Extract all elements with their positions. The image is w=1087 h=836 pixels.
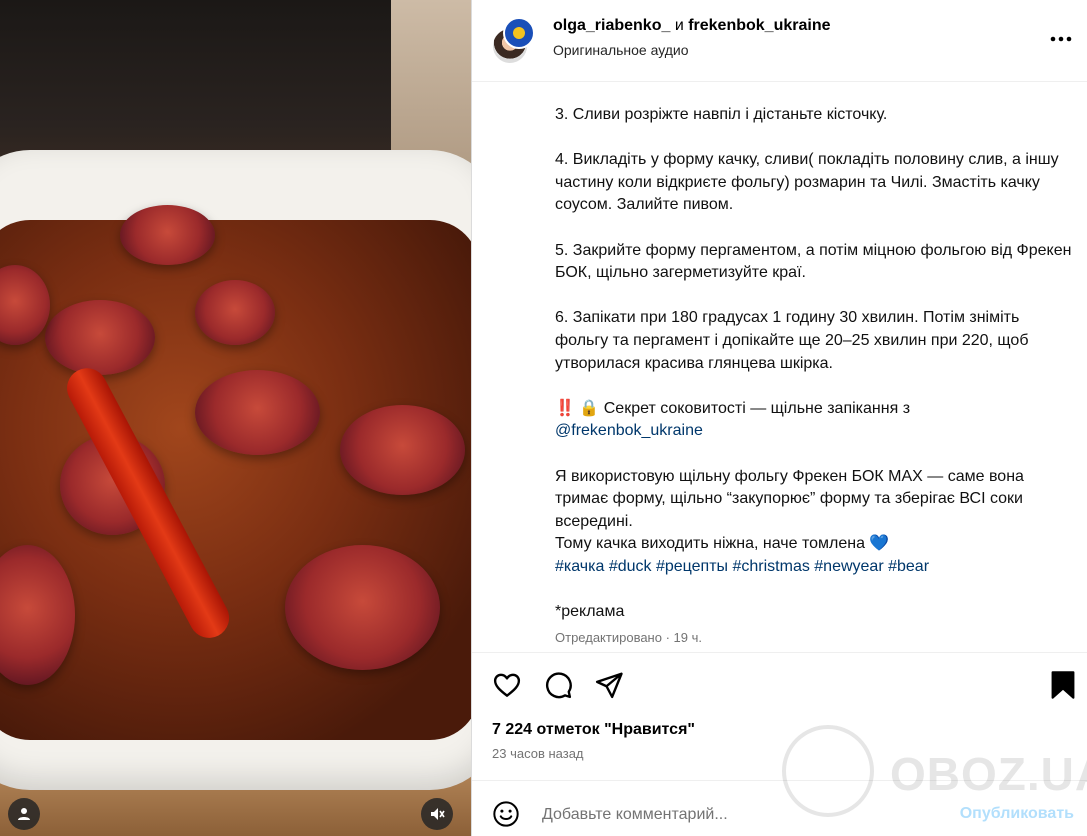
recipe-step: 3. Сливи розріжте навпіл і дістаньте кіс… <box>555 106 888 123</box>
post-details: olga_riabenko_ и frekenbok_ukraine Ориги… <box>471 0 1087 836</box>
secret-text: ‼️ 🔒 Секрет соковитості — щільне запікан… <box>555 399 911 417</box>
mute-button[interactable] <box>421 798 453 830</box>
more-options-button[interactable] <box>1050 30 1072 42</box>
foil-paragraph: Я використовую щільну фольгу Фрекен БОК … <box>555 466 1075 579</box>
avatar-group[interactable] <box>491 17 535 65</box>
bookmark-icon <box>1051 671 1075 699</box>
conjunction-text: и <box>670 17 689 34</box>
muted-speaker-icon <box>431 808 445 820</box>
post-header: olga_riabenko_ и frekenbok_ukraine Ориги… <box>472 0 1087 82</box>
watermark-globe-icon <box>782 725 874 817</box>
watermark-text: OBOZ.UA <box>890 748 1087 800</box>
audio-label[interactable]: Оригинальное аудио <box>553 42 689 58</box>
author-username[interactable]: olga_riabenko_ <box>553 17 670 34</box>
plum-half <box>340 405 465 495</box>
emoji-icon <box>493 801 519 827</box>
post-authors: olga_riabenko_ и frekenbok_ukraine <box>553 17 830 35</box>
recipe-step: 5. Закрийте форму пергаментом, а потім м… <box>555 241 1072 282</box>
share-button[interactable] <box>594 670 624 700</box>
recipe-step: 6. Запікати при 180 градусах 1 годину 30… <box>555 309 1029 372</box>
post-dialog: olga_riabenko_ и frekenbok_ukraine Ориги… <box>0 0 1087 836</box>
post-caption: 3. Сливи розріжте навпіл і дістаньте кіс… <box>555 104 1075 646</box>
tagged-users-button[interactable] <box>8 798 40 830</box>
likes-count[interactable]: 7 224 отметок "Нравится" <box>492 721 695 739</box>
emoji-button[interactable] <box>492 800 520 828</box>
brand-avatar[interactable] <box>503 17 535 49</box>
watermark: OBOZ.UA <box>782 725 1087 825</box>
secret-paragraph: ‼️ 🔒 Секрет соковитості — щільне запікан… <box>555 398 1075 443</box>
coauthor-username[interactable]: frekenbok_ukraine <box>688 17 830 34</box>
hashtags[interactable]: #качка #duck #рецепты #christmas #newyea… <box>555 558 929 575</box>
save-button[interactable] <box>1050 670 1080 700</box>
post-time[interactable]: 23 часов назад <box>492 746 584 761</box>
recipe-step: 4. Викладіть у форму качку, сливи( покла… <box>555 151 1059 214</box>
ad-label: *реклама <box>555 603 625 621</box>
action-bar <box>472 652 1087 723</box>
plum-half <box>195 280 275 345</box>
foil-text: Я використовую щільну фольгу Фрекен БОК … <box>555 467 1024 530</box>
share-icon <box>595 672 623 699</box>
like-button[interactable] <box>492 670 522 700</box>
plum-half <box>45 300 155 375</box>
tender-text: Тому качка виходить ніжна, наче томлена … <box>555 535 890 553</box>
user-icon <box>18 808 30 820</box>
post-media[interactable] <box>0 0 471 836</box>
mention-link[interactable]: @frekenbok_ukraine <box>555 422 703 439</box>
heart-icon <box>493 673 521 697</box>
edited-timestamp: Отредактировано · 19 ч. <box>555 630 702 645</box>
comment-button[interactable] <box>543 670 573 700</box>
more-icon <box>1050 36 1072 42</box>
plum-half <box>285 545 440 670</box>
plum-half <box>120 205 215 265</box>
plum-half <box>195 370 320 455</box>
comment-icon <box>545 672 572 699</box>
